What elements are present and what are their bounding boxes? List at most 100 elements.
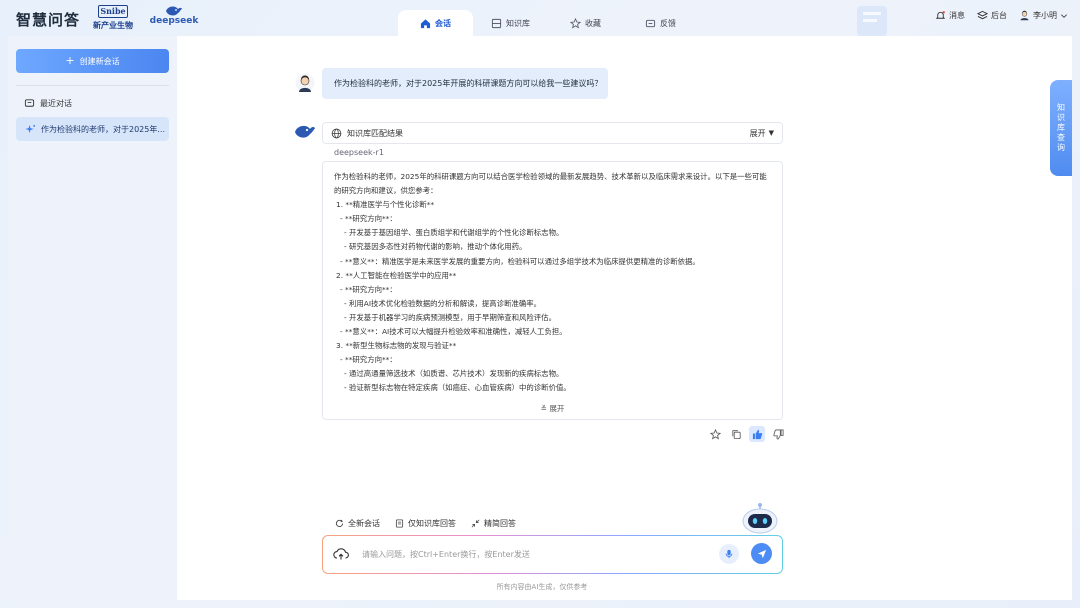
kb-result-title: 知识库匹配结果 (347, 128, 403, 138)
tab-chat[interactable]: 会话 (398, 10, 473, 36)
answer-line: - 研究基因多态性对药物代谢的影响，推动个体化用药。 (344, 242, 527, 252)
tab-feedback[interactable]: 反馈 (623, 10, 698, 36)
model-name: deepseek-r1 (334, 148, 384, 157)
tab-label: 收藏 (585, 18, 601, 28)
chat-panel: 作为检验科的老师，对于2025年开展的科研课题方向可以给我一些建议吗？ 知识库匹… (177, 36, 1072, 600)
new-chat-label: 创建新会话 (79, 56, 120, 66)
recent-conversations-header: 最近对话 (24, 98, 72, 109)
quick-action-concise[interactable]: 精简回答 (471, 518, 516, 529)
sidebar: + 创建新会话 最近对话 作为检验科的老师，对于2025年... « (8, 36, 184, 600)
deepseek-logo-text: deepseek (149, 16, 199, 26)
knowledge-base-query-tab[interactable]: 知识库查询 (1050, 80, 1072, 176)
copy-button[interactable] (728, 426, 744, 442)
bell-icon (935, 11, 946, 19)
app-title: 智慧问答 (16, 11, 81, 29)
tab-knowledge-base[interactable]: 知识库 (473, 10, 548, 36)
recent-title: 最近对话 (40, 99, 72, 108)
book-icon (395, 519, 404, 528)
deepseek-whale-icon (295, 125, 315, 138)
answer-line: - **研究方向**： (340, 284, 397, 294)
answer-expand-button[interactable]: ≚ 展开 (323, 402, 782, 416)
microphone-icon (725, 549, 733, 559)
thumbs-down-button[interactable] (770, 426, 786, 442)
deepseek-logo: deepseek (148, 5, 200, 35)
star-icon (570, 17, 581, 28)
answer-line: - 验证新型标志物在特定疾病（如癌症、心血管疾病）中的诊断价值。 (344, 383, 571, 393)
voice-input-button[interactable] (719, 544, 739, 564)
thumbs-up-button[interactable] (749, 426, 765, 442)
user-avatar-icon (1020, 10, 1029, 21)
quick-action-label: 全新会话 (348, 519, 380, 528)
answer-line: - **研究方向**： (340, 214, 397, 224)
thumbs-down-icon (772, 429, 783, 439)
main-tabs: 会话 知识库 收藏 反馈 (398, 10, 698, 36)
answer-line: - **意义**：精准医学是未来医学发展的重要方向，检验科可以通过多组学技术为临… (340, 256, 700, 266)
sparkle-icon (25, 124, 36, 133)
star-icon (709, 428, 721, 439)
tab-label: 反馈 (660, 18, 676, 28)
answer-line: - 通过高通量筛选技术（如质谱、芯片技术）发现新的疾病标志物。 (344, 369, 564, 379)
answer-intro: 作为检验科的老师，2025年的科研课题方向可以结合医学检验领域的最新发展趋势、技… (334, 172, 767, 196)
user-menu[interactable]: 李小明 (1019, 10, 1068, 21)
sidebar-conversation-item[interactable]: 作为检验科的老师，对于2025年... (16, 117, 169, 141)
cloud-upload-icon[interactable] (333, 547, 349, 561)
copy-icon (731, 429, 741, 439)
send-button[interactable] (751, 543, 772, 564)
chat-bubble-icon (24, 99, 35, 107)
user-avatar-icon (295, 73, 315, 93)
new-chat-button[interactable]: + 创建新会话 (16, 49, 169, 73)
backend-label: 后台 (991, 11, 1007, 20)
answer-line: 3. **新型生物标志物的发现与验证** (336, 341, 457, 351)
messages-label: 消息 (949, 11, 965, 20)
quick-action-label: 仅知识库回答 (408, 519, 456, 528)
user-name: 李小明 (1033, 11, 1057, 20)
ai-answer: 作为检验科的老师，2025年的科研课题方向可以结合医学检验领域的最新发展趋势、技… (322, 161, 783, 420)
tab-label: 会话 (435, 18, 451, 28)
compress-icon (471, 519, 480, 528)
partner-logo-subtitle: 新产业生物 (93, 21, 133, 30)
thumbs-up-icon (752, 429, 762, 439)
tab-label: 知识库 (506, 18, 530, 28)
knowledge-base-result-bar[interactable]: 知识库匹配结果 展开 ▼ (322, 122, 783, 144)
answer-line: - 开发基于机器学习的疾病预测模型，用于早期筛查和风险评估。 (344, 312, 556, 322)
database-icon (491, 18, 502, 28)
messages-button[interactable]: 消息 (935, 10, 965, 21)
globe-icon (331, 128, 342, 138)
double-chevron-down-icon: ≚ (540, 403, 547, 413)
chevron-down-icon (1061, 13, 1067, 18)
answer-expand-label: 展开 (549, 403, 565, 413)
kb-expand-toggle[interactable]: 展开 ▼ (750, 128, 774, 139)
chat-input[interactable] (360, 536, 700, 572)
answer-line: - 利用AI技术优化检验数据的分析和解读，提高诊断准确率。 (344, 298, 542, 308)
quick-action-new-chat[interactable]: 全新会话 (335, 518, 380, 529)
message-icon (645, 19, 656, 27)
layers-icon (977, 10, 988, 20)
conversation-title: 作为检验科的老师，对于2025年... (41, 124, 165, 134)
home-icon (420, 18, 431, 28)
partner-logo-mark: Snibe (98, 5, 128, 18)
sidebar-divider (16, 85, 169, 86)
favorite-button[interactable] (707, 426, 723, 442)
plus-icon: + (65, 54, 75, 67)
refresh-icon (335, 519, 344, 527)
robot-mascot-icon (742, 503, 778, 534)
chat-input-box (322, 535, 783, 574)
quick-actions: 全新会话 仅知识库回答 精简回答 (335, 518, 516, 529)
partner-logo: Snibe 新产业生物 (93, 5, 133, 35)
user-message: 作为检验科的老师，对于2025年开展的科研课题方向可以给我一些建议吗？ (322, 68, 608, 99)
answer-line: - 开发基于基因组学、蛋白质组学和代谢组学的个性化诊断标志物。 (344, 228, 564, 238)
answer-line: - **研究方向**： (340, 355, 397, 365)
caret-down-icon: ▼ (768, 129, 774, 137)
kb-expand-label: 展开 (749, 128, 766, 138)
answer-line: 1. **精准医学与个性化诊断** (336, 200, 435, 210)
quick-action-label: 精简回答 (484, 519, 516, 528)
backend-button[interactable]: 后台 (977, 10, 1007, 21)
ai-disclaimer: 所有内容由AI生成，仅供参考 (496, 583, 588, 591)
answer-actions (707, 426, 786, 442)
tab-favorites[interactable]: 收藏 (548, 10, 623, 36)
top-bar: 智慧问答 Snibe 新产业生物 deepseek 会话 知识库 收藏 反馈 消… (0, 0, 1080, 36)
answer-lines: 1. **精准医学与个性化诊断** - **研究方向**： - 开发基于基因组学、蛋… (334, 198, 772, 395)
quick-action-kb-only[interactable]: 仅知识库回答 (395, 518, 456, 529)
top-right-toolbar: 消息 后台 李小明 (935, 10, 1068, 21)
answer-line: 2. **人工智能在检验医学中的应用** (336, 270, 457, 280)
